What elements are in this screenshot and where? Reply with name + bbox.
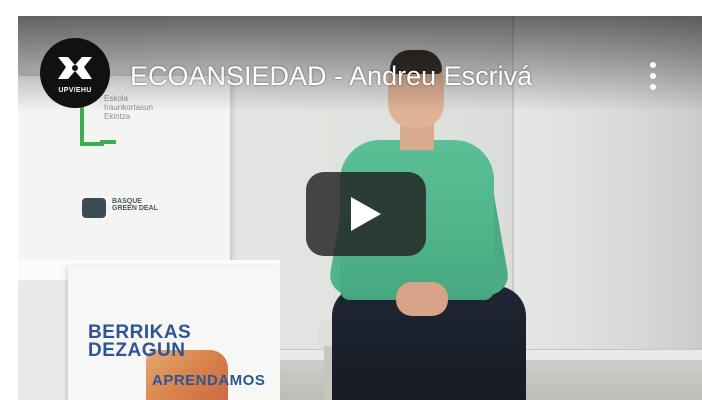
channel-avatar[interactable]: UPV/EHU [40, 38, 110, 108]
chair-leg [324, 346, 332, 400]
more-vert-icon-dot [650, 73, 656, 79]
play-button[interactable] [306, 172, 426, 256]
display-box-side [18, 278, 70, 400]
person-hands [396, 282, 448, 316]
banner-logo-text: BASQUE GREEN DEAL [112, 198, 158, 212]
box-text-line2: DEZAGUN [88, 340, 186, 361]
box-text-line3: APRENDAMOS [152, 372, 266, 389]
display-box-text: BERRIKAS DEZAGUN [88, 323, 191, 361]
channel-logo-icon [58, 56, 92, 79]
banner-logo [82, 198, 106, 218]
video-title[interactable]: ECOANSIEDAD - Andreu Escrivá [130, 60, 532, 92]
more-vert-icon [650, 62, 656, 68]
banner-green-mark-tail [100, 140, 116, 144]
channel-avatar-text: UPV/EHU [58, 86, 92, 94]
more-options-button[interactable] [638, 56, 668, 96]
video-player[interactable]: Eskola Iraunkortasun Ekintza BASQUE GREE… [18, 16, 702, 400]
play-icon [351, 197, 381, 231]
more-vert-icon-dot [650, 84, 656, 90]
